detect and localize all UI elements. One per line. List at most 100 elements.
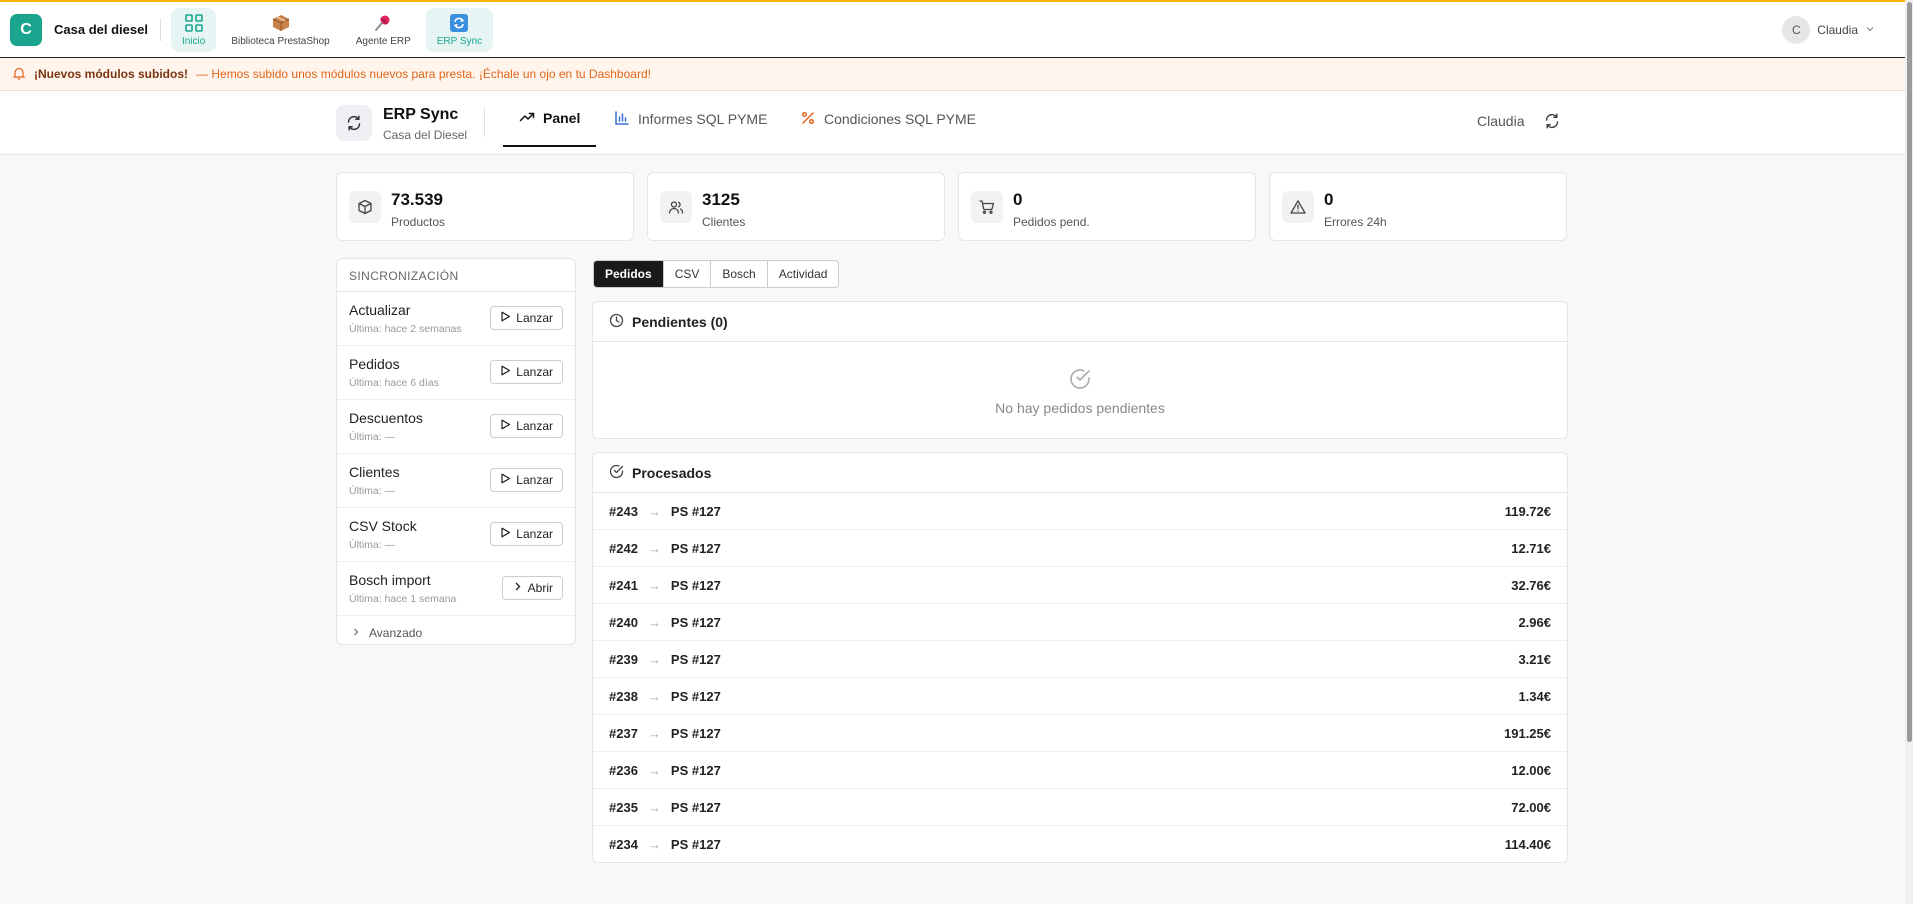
processed-card: Procesados #243 → PS #127 119.72€ #242 → PS #1… (592, 452, 1568, 863)
app-label: Biblioteca PrestaShop (231, 36, 330, 47)
order-total: 72.00€ (1511, 799, 1551, 815)
prestashop-order: PS #127 (670, 577, 721, 593)
app-agente-erp[interactable]: Agente ERP (345, 8, 422, 52)
table-row[interactable]: #241 → PS #127 32.76€ (593, 567, 1567, 604)
brand-name: Casa del diesel (54, 22, 148, 37)
prestashop-order: PS #127 (670, 688, 721, 704)
prestashop-order: PS #127 (670, 725, 721, 741)
order-id: #234 (609, 837, 638, 852)
tab-pedidos[interactable]: Pedidos (594, 261, 663, 287)
sync-item-descuentos: Descuentos Última: — Lanzar (337, 400, 575, 454)
avatar: C (1782, 15, 1811, 44)
table-row[interactable]: #243 → PS #127 119.72€ (593, 493, 1567, 530)
notice-message[interactable]: — Hemos subido unos módulos nuevos para … (196, 67, 651, 81)
sync-item-name: Actualizar (349, 302, 411, 318)
button-label: Lanzar (516, 311, 553, 325)
play-icon (500, 311, 511, 325)
app-label: Agente ERP (355, 36, 411, 47)
refresh-icon[interactable] (1543, 112, 1561, 135)
percent-icon (800, 110, 816, 129)
tab-actividad[interactable]: Actividad (766, 261, 839, 287)
sync-item-last: Última: — (349, 431, 396, 443)
stat-value: 73.539 (391, 190, 443, 209)
order-id: #242 (609, 540, 638, 556)
tab-bosch[interactable]: Bosch (710, 261, 766, 287)
processed-header: Procesados (593, 453, 1567, 493)
pending-card: Pendientes (0) No hay pedidos pendientes (592, 301, 1568, 439)
order-total: 191.25€ (1504, 725, 1551, 741)
table-row[interactable]: #240 → PS #127 2.96€ (593, 604, 1567, 641)
pin-icon (372, 12, 394, 34)
prestashop-order: PS #127 (670, 837, 721, 852)
brand-logo[interactable]: C (10, 13, 42, 46)
order-id: #236 (609, 762, 638, 778)
tab-panel[interactable]: Panel (503, 91, 597, 147)
sync-item-bosch-import: Bosch import Última: hace 1 semana Abrir (337, 562, 575, 616)
sync-item-last: Última: hace 6 días (349, 377, 439, 389)
chevron-down-icon (1865, 23, 1875, 37)
launch-button[interactable]: Lanzar (490, 414, 563, 438)
stat-label: Productos (391, 215, 446, 229)
arrow-icon: → (647, 837, 661, 852)
users-icon (660, 191, 692, 223)
table-row[interactable]: #234 → PS #127 114.40€ (593, 826, 1567, 862)
table-row[interactable]: #236 → PS #127 12.00€ (593, 752, 1567, 789)
scrollbar-thumb[interactable] (1907, 2, 1912, 742)
app-inicio[interactable]: Inicio (170, 7, 217, 52)
sync-item-clientes: Clientes Última: — Lanzar (337, 454, 575, 508)
app-label: Inicio (181, 36, 206, 47)
cart-icon (971, 191, 1003, 223)
order-total: 12.71€ (1511, 540, 1551, 556)
divider (484, 107, 485, 137)
arrow-icon: → (647, 503, 661, 519)
tab-informes-sql-pyme[interactable]: Informes SQL PYME (598, 91, 783, 147)
advanced-label: Avanzado (369, 625, 423, 640)
sync-heading: SINCRONIZACIÓN (337, 259, 575, 292)
stat-value: 0 (1324, 190, 1334, 209)
table-row[interactable]: #239 → PS #127 3.21€ (593, 641, 1567, 678)
table-row[interactable]: #237 → PS #127 191.25€ (593, 715, 1567, 752)
sync-item-last: Última: hace 1 semana (349, 593, 457, 605)
sync-item-name: Descuentos (349, 410, 423, 426)
pending-header: Pendientes (0) (593, 302, 1567, 342)
table-row[interactable]: #242 → PS #127 12.71€ (593, 530, 1567, 567)
app-erp-sync[interactable]: ERP Sync (425, 7, 494, 52)
order-id: #239 (609, 651, 638, 667)
tab-condiciones-sql-pyme[interactable]: Condiciones SQL PYME (784, 91, 992, 147)
advanced-toggle[interactable]: Avanzado (337, 616, 575, 644)
sync-item-name: Bosch import (349, 572, 431, 588)
sync-item-last: Última: — (349, 485, 396, 497)
box-icon (349, 191, 381, 223)
tab-label: Panel (543, 110, 581, 126)
stat-value: 3125 (702, 190, 740, 209)
button-label: Lanzar (516, 419, 553, 433)
launch-button[interactable]: Lanzar (490, 360, 563, 384)
refresh-logo-icon (336, 105, 372, 141)
chevron-right-icon (512, 581, 523, 595)
app-biblioteca-prestashop[interactable]: Biblioteca PrestaShop (220, 8, 340, 52)
empty-message: No hay pedidos pendientes (995, 399, 1165, 416)
play-icon (500, 527, 511, 541)
sync-item-name: CSV Stock (349, 518, 417, 534)
arrow-icon: → (647, 725, 661, 741)
launch-button[interactable]: Lanzar (490, 522, 563, 546)
launch-button[interactable]: Lanzar (490, 468, 563, 492)
play-icon (500, 365, 511, 379)
button-label: Lanzar (516, 473, 553, 487)
order-total: 2.96€ (1518, 614, 1551, 630)
app-topbar: C Casa del diesel Inicio Biblioteca Pres… (0, 0, 1905, 58)
open-button[interactable]: Abrir (501, 576, 563, 600)
user-menu[interactable]: C Claudia (1782, 15, 1875, 44)
order-id: #241 (609, 577, 638, 593)
tab-csv[interactable]: CSV (662, 261, 711, 287)
table-row[interactable]: #238 → PS #127 1.34€ (593, 678, 1567, 715)
play-icon (500, 473, 511, 487)
arrow-icon: → (647, 762, 661, 778)
table-row[interactable]: #235 → PS #127 72.00€ (593, 789, 1567, 826)
play-icon (500, 419, 511, 433)
launch-button[interactable]: Lanzar (490, 306, 563, 330)
empty-state: No hay pedidos pendientes (593, 342, 1567, 438)
divider (159, 18, 161, 41)
arrow-icon: → (647, 651, 661, 667)
grid-icon (183, 12, 205, 34)
